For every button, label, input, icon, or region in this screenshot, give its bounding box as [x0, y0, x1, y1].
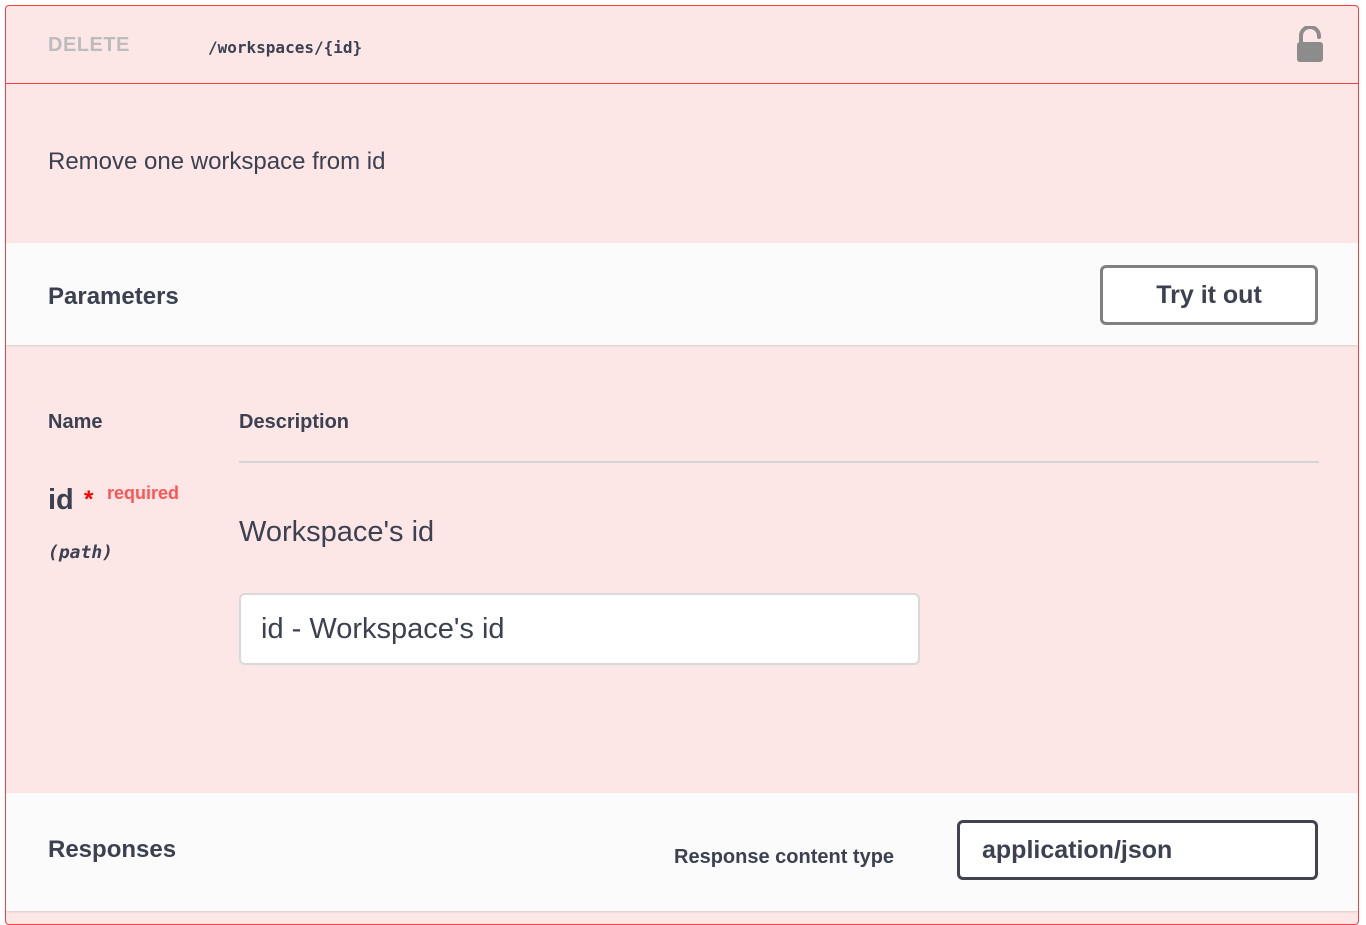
lock-open-icon[interactable]	[1296, 25, 1324, 62]
parameters-header: Parameters Try it out	[6, 243, 1358, 345]
parameters-title: Parameters	[48, 283, 179, 310]
response-content-type-select[interactable]: application/json	[957, 820, 1318, 880]
parameter-location: (path)	[48, 542, 114, 563]
required-asterisk: *	[84, 486, 94, 513]
operation-summary[interactable]: DELETE /workspaces/{id}	[6, 6, 1358, 84]
table-divider	[239, 461, 1319, 463]
http-method-label: DELETE	[48, 34, 130, 56]
parameter-name: id	[48, 484, 74, 516]
try-it-out-button[interactable]: Try it out	[1100, 265, 1318, 325]
operation-block-delete: DELETE /workspaces/{id} Remove one works…	[5, 5, 1359, 925]
operation-description: Remove one workspace from id	[48, 148, 386, 175]
id-parameter-input[interactable]: id - Workspace's id	[239, 593, 920, 665]
parameter-description: Workspace's id	[239, 516, 435, 548]
required-label: required	[107, 483, 180, 503]
responses-title: Responses	[48, 836, 177, 863]
responses-header: Responses Response content type applicat…	[6, 793, 1358, 911]
endpoint-path: /workspaces/{id}	[208, 38, 363, 57]
column-header-description: Description	[239, 411, 350, 433]
response-content-type-label: Response content type	[674, 846, 895, 868]
column-header-name: Name	[48, 411, 103, 433]
